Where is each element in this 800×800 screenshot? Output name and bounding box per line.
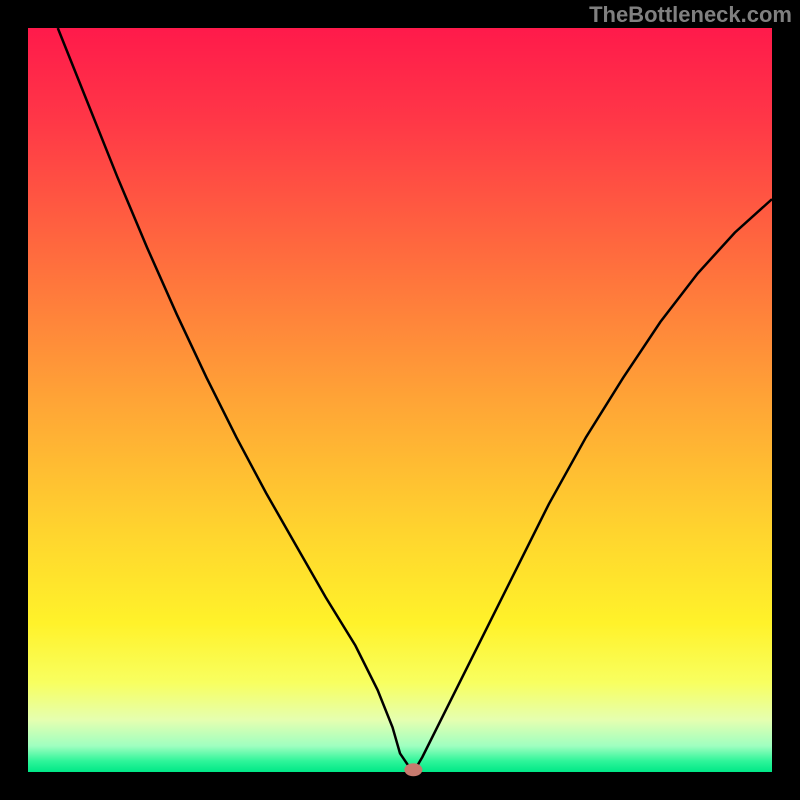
- bottleneck-chart: [0, 0, 800, 800]
- plot-background: [28, 28, 772, 772]
- chart-container: TheBottleneck.com: [0, 0, 800, 800]
- attribution-text: TheBottleneck.com: [589, 2, 792, 28]
- optimal-marker: [404, 763, 422, 776]
